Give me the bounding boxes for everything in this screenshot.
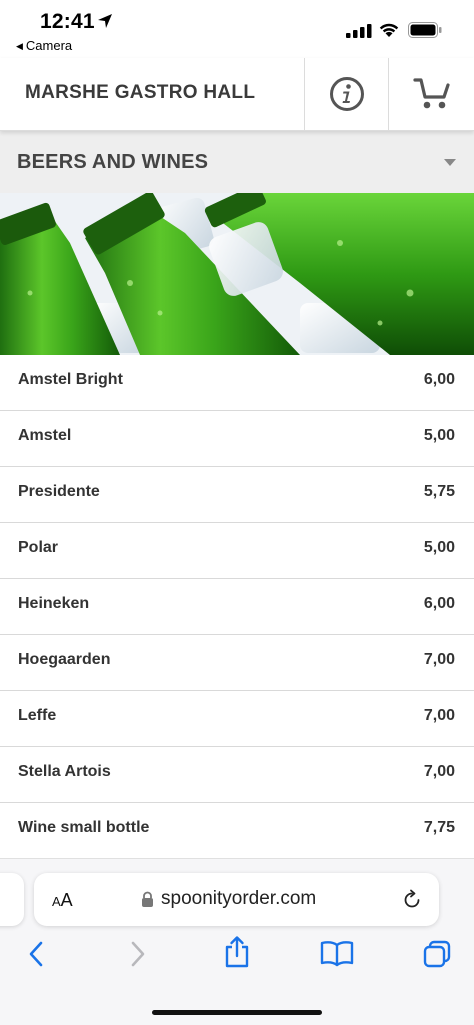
menu-item-price: 7,75 bbox=[423, 819, 455, 836]
category-banner-image bbox=[0, 193, 474, 355]
menu-item-name: Polar bbox=[18, 539, 59, 556]
back-triangle-icon: ◀ bbox=[16, 41, 23, 51]
menu-item-name: Heineken bbox=[18, 595, 90, 612]
info-icon bbox=[330, 77, 364, 111]
text-size-button[interactable]: AA bbox=[52, 890, 73, 911]
menu-item-name: Wine small bottle bbox=[18, 819, 150, 836]
back-chevron-icon[interactable] bbox=[26, 939, 46, 969]
browser-toolbar: AA spoonityorder.com bbox=[0, 858, 474, 1025]
share-icon[interactable] bbox=[223, 935, 251, 969]
menu-list: Amstel Bright 6,00 Amstel 5,00 President… bbox=[0, 355, 474, 859]
menu-item-price: 5,00 bbox=[423, 427, 455, 444]
address-bar[interactable]: AA spoonityorder.com bbox=[34, 873, 439, 926]
menu-item-price: 7,00 bbox=[423, 651, 455, 668]
status-bar: 12:41 ◀ Camera bbox=[0, 0, 474, 58]
menu-item[interactable]: Polar 5,00 bbox=[0, 523, 474, 579]
menu-item-price: 6,00 bbox=[423, 371, 455, 388]
browser-nav-icons bbox=[0, 936, 474, 979]
menu-item-price: 6,00 bbox=[423, 595, 455, 612]
battery-icon bbox=[408, 22, 442, 38]
menu-item[interactable]: Presidente 5,75 bbox=[0, 467, 474, 523]
previous-tab-preview[interactable] bbox=[0, 873, 24, 926]
home-indicator bbox=[152, 1010, 322, 1015]
menu-item[interactable]: Hoegaarden 7,00 bbox=[0, 635, 474, 691]
back-app-label: Camera bbox=[25, 38, 73, 53]
menu-item-price: 7,00 bbox=[423, 763, 455, 780]
restaurant-title: MARSHE GASTRO HALL bbox=[25, 82, 256, 103]
cart-button[interactable] bbox=[389, 58, 474, 130]
dropdown-caret-icon bbox=[444, 159, 456, 166]
wifi-icon bbox=[379, 23, 399, 37]
category-selector[interactable]: BEERS AND WINES bbox=[0, 131, 474, 193]
location-arrow-icon bbox=[98, 14, 112, 28]
status-time: 12:41 bbox=[40, 10, 95, 33]
beer-bottles-on-ice-image bbox=[0, 193, 474, 355]
menu-item[interactable]: Amstel 5,00 bbox=[0, 411, 474, 467]
app-header: MARSHE GASTRO HALL bbox=[0, 58, 474, 131]
menu-item-name: Presidente bbox=[18, 483, 100, 500]
menu-item-name: Amstel bbox=[18, 427, 72, 444]
menu-item-name: Amstel Bright bbox=[18, 371, 123, 388]
back-to-app-link[interactable]: ◀ Camera bbox=[16, 38, 72, 53]
menu-item[interactable]: Stella Artois 7,00 bbox=[0, 747, 474, 803]
cellular-signal-icon bbox=[346, 24, 372, 38]
lock-icon bbox=[142, 891, 153, 907]
menu-item[interactable]: Leffe 7,00 bbox=[0, 691, 474, 747]
menu-item[interactable]: Heineken 6,00 bbox=[0, 579, 474, 635]
menu-item-price: 5,75 bbox=[423, 483, 455, 500]
bookmarks-icon[interactable] bbox=[320, 939, 354, 967]
info-button[interactable] bbox=[305, 58, 388, 130]
forward-chevron-icon[interactable] bbox=[128, 939, 148, 969]
menu-item-name: Leffe bbox=[18, 707, 57, 724]
menu-item-price: 5,00 bbox=[423, 539, 455, 556]
menu-item-name: Hoegaarden bbox=[18, 651, 111, 668]
menu-item[interactable]: Wine small bottle 7,75 bbox=[0, 803, 474, 859]
tabs-icon[interactable] bbox=[422, 939, 452, 969]
cart-icon bbox=[413, 78, 450, 109]
url-text: spoonityorder.com bbox=[161, 888, 317, 909]
menu-item-name: Stella Artois bbox=[18, 763, 111, 780]
menu-item[interactable]: Amstel Bright 6,00 bbox=[0, 355, 474, 411]
category-title: BEERS AND WINES bbox=[17, 151, 209, 173]
menu-item-price: 7,00 bbox=[423, 707, 455, 724]
reload-icon[interactable] bbox=[401, 889, 423, 911]
